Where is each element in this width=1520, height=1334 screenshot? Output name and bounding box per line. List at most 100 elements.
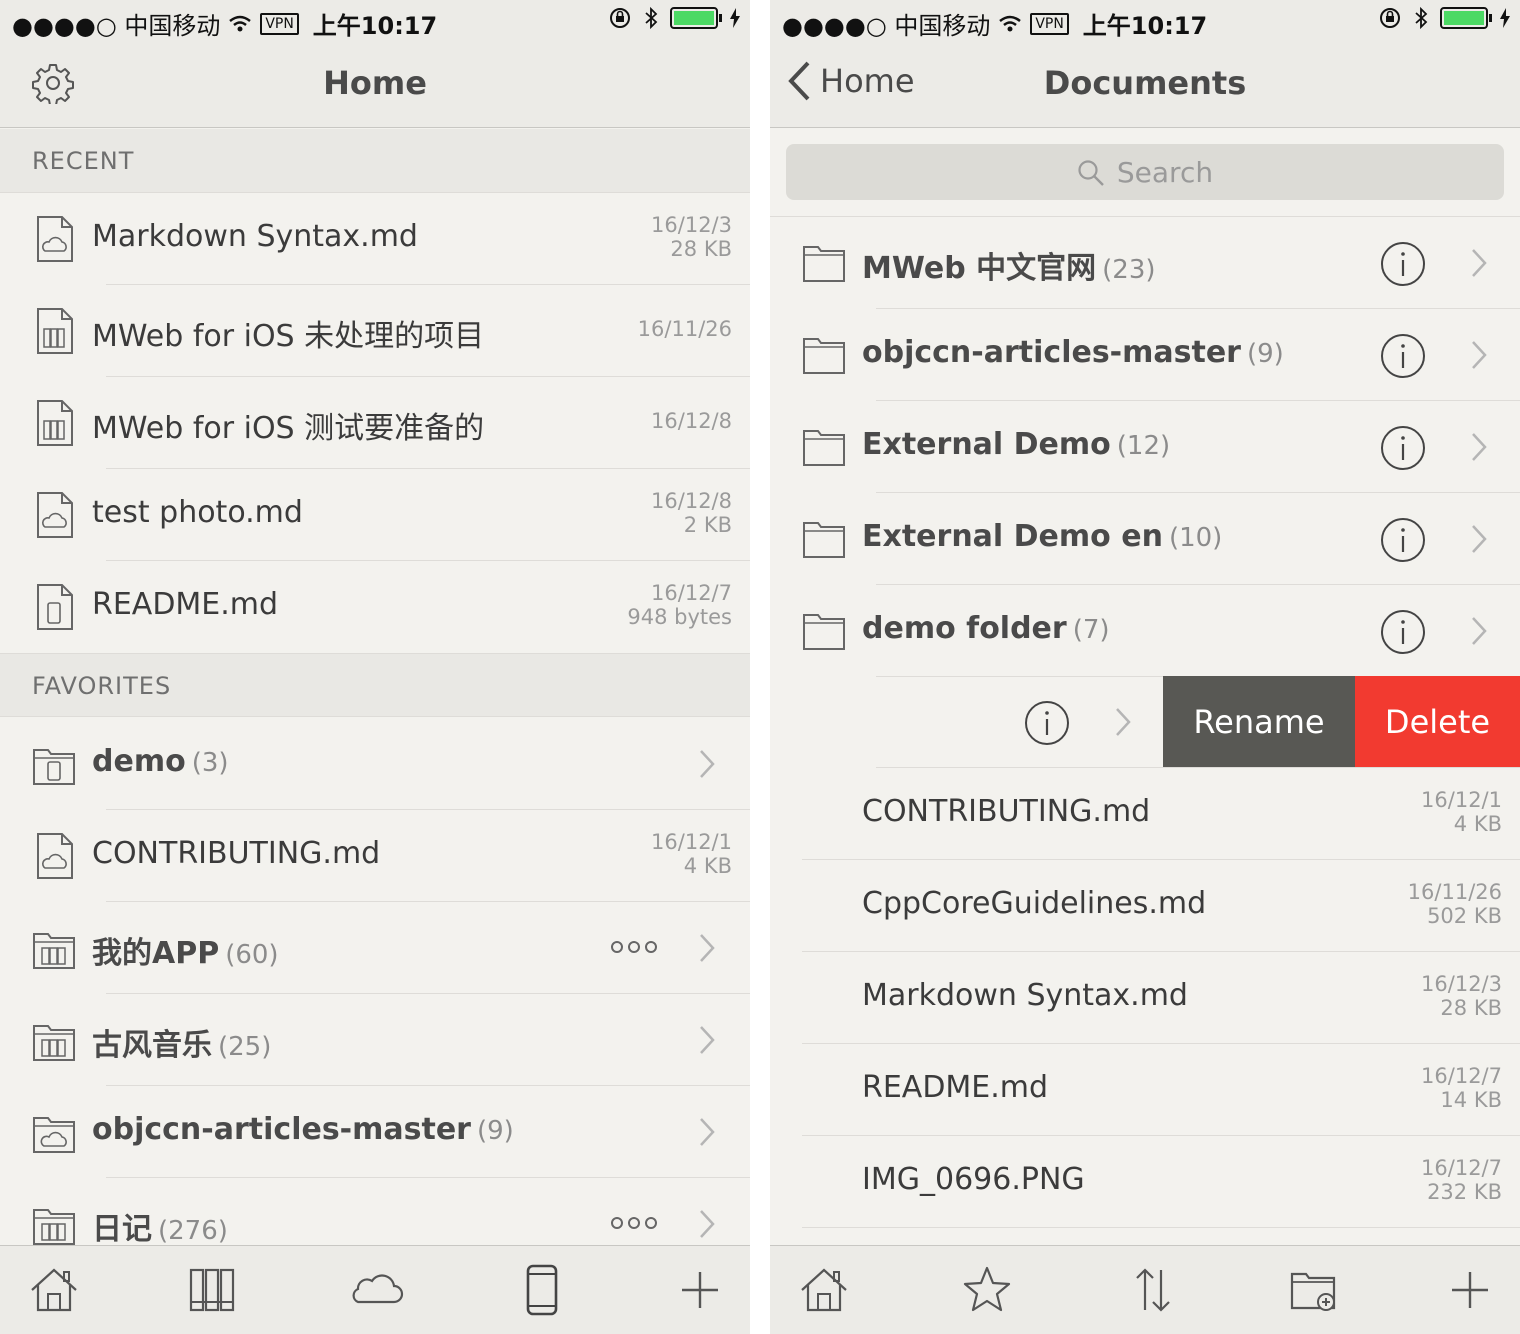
folder-row[interactable]: MWeb 中文官网 (23) <box>770 217 1520 309</box>
library-tab-icon[interactable] <box>186 1264 238 1316</box>
file-row[interactable]: CONTRIBUTING.md 16/12/1 4 KB <box>770 768 1520 860</box>
info-icon[interactable] <box>1024 700 1070 746</box>
star-icon[interactable] <box>961 1264 1013 1316</box>
loading-dots-icon <box>611 941 657 953</box>
add-icon[interactable] <box>1444 1264 1496 1316</box>
folder-row[interactable]: External Demo en (10) <box>770 493 1520 585</box>
documents-screen: ●●●●○ 中国移动 VPN 上午10:17 Home Documents Se… <box>770 0 1520 1334</box>
item-title: 我的APP <box>92 936 220 971</box>
chevron-right-icon <box>700 1118 715 1146</box>
file-name: IMG_0696.PNG <box>862 1162 1085 1197</box>
file-row[interactable]: Markdown Syntax.md 16/12/3 28 KB <box>770 952 1520 1044</box>
charging-icon <box>730 8 740 28</box>
sort-icon[interactable] <box>1127 1264 1179 1316</box>
chevron-right-icon <box>1472 617 1487 645</box>
new-folder-icon[interactable] <box>1288 1264 1340 1316</box>
search-input[interactable]: Search <box>786 144 1504 200</box>
item-title: demo <box>92 744 186 779</box>
folder-row[interactable]: External Demo (12) <box>770 401 1520 493</box>
item-size: 28 KB <box>670 237 732 261</box>
item-count: (3) <box>191 748 229 778</box>
home-tab-icon[interactable] <box>28 1264 80 1316</box>
library-document-icon <box>37 308 73 354</box>
recent-item[interactable]: MWeb for iOS 未处理的项目 16/11/26 <box>0 285 750 377</box>
folder-name: MWeb 中文官网 <box>862 251 1097 286</box>
folder-icon <box>803 430 845 466</box>
item-title: MWeb for iOS 未处理的项目 <box>92 319 485 354</box>
item-title: MWeb for iOS 测试要准备的 <box>92 411 485 446</box>
file-size: 502 KB <box>1427 904 1502 928</box>
item-size: 948 bytes <box>627 605 732 629</box>
rename-button[interactable]: Rename <box>1163 676 1355 768</box>
add-icon[interactable] <box>674 1264 726 1316</box>
battery-icon <box>670 7 722 29</box>
item-title: test photo.md <box>92 495 303 530</box>
folder-icon <box>803 522 845 558</box>
file-date: 16/12/7 <box>1421 1064 1502 1088</box>
item-count: (25) <box>218 1032 272 1062</box>
file-row[interactable]: IMG_0696.PNG 16/12/7 232 KB <box>770 1136 1520 1228</box>
info-icon[interactable] <box>1380 609 1426 655</box>
folder-name: External Demo <box>862 427 1111 462</box>
tab-bar <box>0 1245 750 1334</box>
home-icon[interactable] <box>798 1264 850 1316</box>
recent-section-header: RECENT <box>0 129 750 193</box>
favorite-item[interactable]: objccn-articles-master (9) <box>0 1086 750 1178</box>
device-tab-icon[interactable] <box>516 1264 568 1316</box>
folder-icon <box>803 338 845 374</box>
favorite-item[interactable]: CONTRIBUTING.md 16/12/1 4 KB <box>0 810 750 902</box>
info-icon[interactable] <box>1380 333 1426 379</box>
item-count: (60) <box>225 940 279 970</box>
info-icon[interactable] <box>1380 517 1426 563</box>
folder-count: (23) <box>1102 255 1156 285</box>
file-date: 16/12/1 <box>1421 788 1502 812</box>
cloud-folder-icon <box>33 1117 75 1153</box>
file-size: 232 KB <box>1427 1180 1502 1204</box>
file-size: 14 KB <box>1440 1088 1502 1112</box>
file-name: README.md <box>862 1070 1049 1105</box>
loading-dots-icon <box>611 1217 657 1229</box>
item-size: 2 KB <box>683 513 732 537</box>
info-icon[interactable] <box>1380 425 1426 471</box>
favorite-item[interactable]: demo (3) <box>0 718 750 810</box>
search-placeholder: Search <box>1116 156 1214 189</box>
nav-bar: Home Documents <box>770 40 1520 128</box>
item-title: objccn-articles-master <box>92 1112 471 1147</box>
favorites-section-header: FAVORITES <box>0 653 750 717</box>
info-icon[interactable] <box>1380 241 1426 287</box>
item-title: README.md <box>92 587 279 622</box>
recent-item[interactable]: Markdown Syntax.md 16/12/3 28 KB <box>0 193 750 285</box>
folder-row[interactable]: demo folder (7) <box>770 585 1520 677</box>
file-size: 28 KB <box>1440 996 1502 1020</box>
file-size: 4 KB <box>1453 812 1502 836</box>
item-title: 日记 <box>92 1212 152 1247</box>
swiped-folder-row[interactable]: Rename Delete <box>770 676 1520 768</box>
item-date: 16/12/1 <box>651 830 732 854</box>
file-date: 16/12/3 <box>1421 972 1502 996</box>
search-icon <box>1078 159 1104 186</box>
item-count: (276) <box>158 1216 228 1246</box>
folder-count: (10) <box>1168 523 1223 553</box>
recent-item[interactable]: README.md 16/12/7 948 bytes <box>0 561 750 653</box>
item-title: CONTRIBUTING.md <box>92 836 381 871</box>
file-row[interactable]: README.md 16/12/7 14 KB <box>770 1044 1520 1136</box>
phone-document-icon <box>37 584 73 630</box>
page-title: Documents <box>1043 64 1247 102</box>
folder-count: (9) <box>1246 339 1284 369</box>
item-date: 16/12/8 <box>651 409 732 433</box>
library-folder-icon <box>33 1209 75 1245</box>
recent-item[interactable]: test photo.md 16/12/8 2 KB <box>0 469 750 561</box>
item-date: 16/12/8 <box>651 489 732 513</box>
delete-button[interactable]: Delete <box>1355 676 1520 768</box>
chevron-right-icon <box>1472 433 1487 461</box>
folder-name: objccn-articles-master <box>862 335 1241 370</box>
folder-row[interactable]: objccn-articles-master (9) <box>770 309 1520 401</box>
favorite-item[interactable]: 我的APP (60) <box>0 902 750 994</box>
charging-icon <box>1500 8 1510 28</box>
chevron-right-icon <box>700 750 715 778</box>
chevron-right-icon <box>1116 708 1131 736</box>
recent-item[interactable]: MWeb for iOS 测试要准备的 16/12/8 <box>0 377 750 469</box>
file-row[interactable]: CppCoreGuidelines.md 16/11/26 502 KB <box>770 860 1520 952</box>
favorite-item[interactable]: 古风音乐 (25) <box>0 994 750 1086</box>
cloud-tab-icon[interactable] <box>348 1264 404 1316</box>
